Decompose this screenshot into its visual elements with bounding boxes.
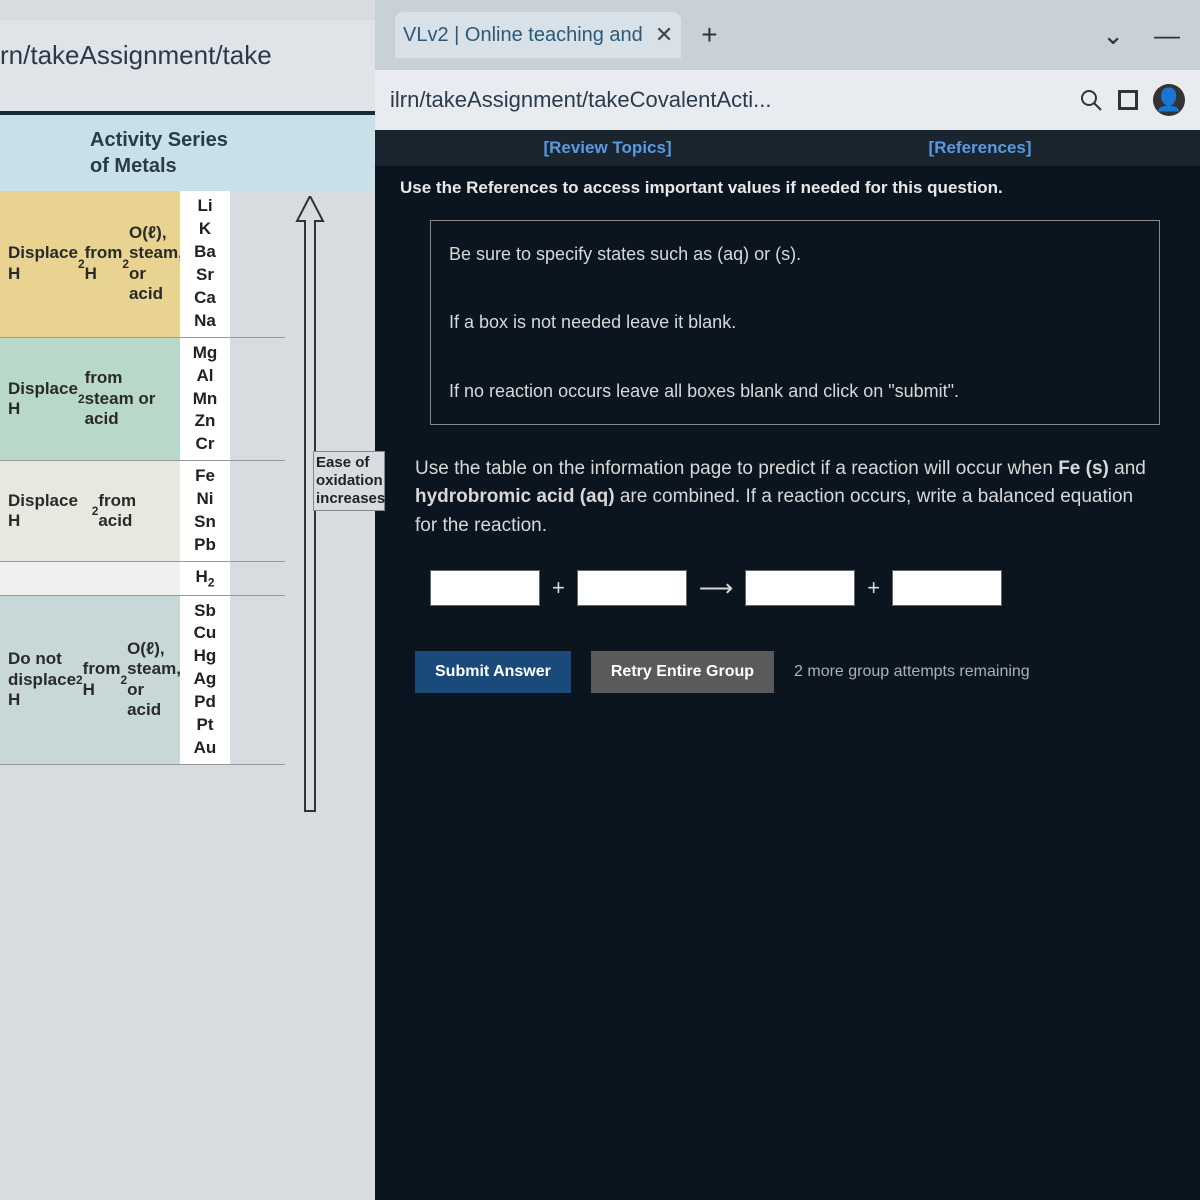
group-label-2: Displace H2 from steam or acid [0,338,180,461]
review-topics-link[interactable]: [Review Topics] [543,138,671,158]
reactant-2: hydrobromic acid (aq) [415,486,615,507]
reaction-arrow-icon: ⟶ [699,574,733,603]
action-button-row: Submit Answer Retry Entire Group 2 more … [375,636,1200,708]
activity-series-table: Displace H2 from H2O(ℓ), steam, or acid … [0,191,375,765]
metals-list-2: MgAlMnZnCr [180,338,230,461]
question-text: Use the table on the information page to… [375,445,1200,561]
group-label-1: Displace H2 from H2O(ℓ), steam, or acid [0,191,180,337]
question-mid: and [1114,458,1146,479]
address-bar[interactable]: ilrn/takeAssignment/takeCovalentActi... … [375,70,1200,130]
table-row: Displace H2 from steam or acid MgAlMnZnC… [0,338,285,462]
metals-list-4: H2 [180,562,230,594]
new-tab-button[interactable]: + [701,19,717,51]
browser-tab-bar: VLv2 | Online teaching and ✕ + ⌄ — [375,0,1200,70]
reactant-input-2[interactable] [577,570,687,606]
window-controls: ⌄ — [1102,20,1180,51]
group-label-3: Displace H2 from acid [0,461,180,561]
search-icon[interactable] [1079,88,1103,112]
arrow-label: Ease of oxidation increases [313,451,385,511]
product-input-2[interactable] [892,570,1002,606]
reactant-input-1[interactable] [430,570,540,606]
instruction-text: Use the References to access important v… [375,166,1200,210]
title-line-1: Activity Series [90,129,228,151]
attempts-remaining: 2 more group attempts remaining [794,663,1030,681]
metals-list-3: FeNiSnPb [180,461,230,561]
references-link[interactable]: [References] [929,138,1032,158]
tab-title: VLv2 | Online teaching and [403,24,643,47]
plus-symbol: + [867,575,880,601]
oxidation-arrow-column: Ease of oxidation increases [285,191,375,765]
retry-group-button[interactable]: Retry Entire Group [591,651,774,693]
metals-list-5: SbCuHgAgPdPtAu [180,596,230,765]
submit-answer-button[interactable]: Submit Answer [415,651,571,693]
url-text: ilrn/takeAssignment/takeCovalentActi... [390,87,1064,113]
browser-tab[interactable]: VLv2 | Online teaching and ✕ [395,12,681,58]
equation-input-row: + ⟶ + [375,560,1200,636]
table-row: Do not displace H2 from H2O(ℓ), steam, o… [0,596,285,766]
hint-line-2: If a box is not needed leave it blank. [449,305,1141,339]
url-fragment-left: rn/takeAssignment/take [0,20,375,115]
groups-column: Displace H2 from H2O(ℓ), steam, or acid … [0,191,285,765]
table-row: H2 [0,562,285,595]
hint-line-3: If no reaction occurs leave all boxes bl… [449,374,1141,408]
product-input-1[interactable] [745,570,855,606]
stop-icon[interactable] [1118,90,1138,110]
right-browser-panel: VLv2 | Online teaching and ✕ + ⌄ — ilrn/… [375,0,1200,1200]
minimize-icon[interactable]: — [1154,20,1180,51]
reactant-1: Fe (s) [1058,458,1109,479]
hint-line-1: Be sure to specify states such as (aq) o… [449,237,1141,271]
question-pre: Use the table on the information page to… [415,458,1058,479]
group-label-5: Do not displace H2 from H2O(ℓ), steam, o… [0,596,180,765]
profile-icon[interactable]: 👤 [1153,84,1185,116]
title-line-2: of Metals [90,155,177,177]
hint-box: Be sure to specify states such as (aq) o… [430,220,1160,425]
activity-series-title: Activity Series of Metals [0,115,375,191]
group-label-4 [0,562,180,594]
chevron-down-icon[interactable]: ⌄ [1102,20,1124,51]
assignment-content: [Review Topics] [References] Use the Ref… [375,130,1200,1200]
table-row: Displace H2 from H2O(ℓ), steam, or acid … [0,191,285,338]
table-row: Displace H2 from acid FeNiSnPb [0,461,285,562]
close-icon[interactable]: ✕ [655,22,673,48]
reference-links-bar: [Review Topics] [References] [375,130,1200,166]
metals-list-1: LiKBaSrCaNa [180,191,230,337]
left-reference-panel: rn/takeAssignment/take Activity Series o… [0,0,375,1200]
plus-symbol: + [552,575,565,601]
